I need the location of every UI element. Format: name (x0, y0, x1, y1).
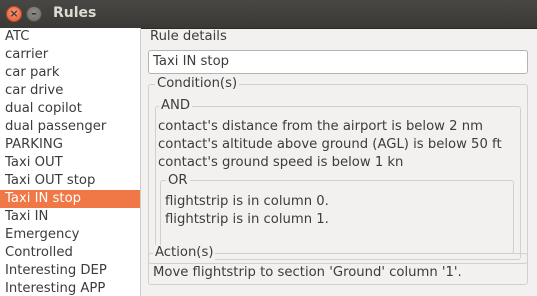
rule-list-item[interactable]: Controlled (0, 244, 140, 262)
rule-list-item[interactable]: PARKING (0, 136, 140, 154)
close-icon[interactable]: × (6, 6, 22, 22)
rule-list-item[interactable]: car park (0, 64, 140, 82)
actions-label: Action(s) (153, 245, 216, 260)
or-condition: flightstrip is in column 0. (165, 194, 329, 209)
or-label: OR (166, 173, 190, 188)
and-group-frame: AND contact's distance from the airport … (155, 98, 521, 260)
rule-list-item[interactable]: Taxi OUT stop (0, 172, 140, 190)
conditions-frame: Condition(s) AND contact's distance from… (148, 76, 528, 264)
rule-details-label: Rule details (150, 29, 227, 44)
rule-list-item[interactable]: car drive (0, 82, 140, 100)
and-condition: contact's ground speed is below 1 kn (158, 155, 404, 170)
rule-name-input[interactable]: Taxi IN stop (148, 50, 528, 74)
rules-list[interactable]: ATC carrier car park car drive dual copilot d… (0, 28, 141, 296)
actions-frame: Action(s) Move flightstrip to section 'G… (148, 245, 528, 285)
or-condition: flightstrip is in column 1. (165, 212, 329, 227)
action-text: Move flightstrip to section 'Ground' col… (153, 265, 462, 280)
rule-list-item[interactable]: Taxi IN stop (0, 190, 140, 208)
and-label: AND (159, 98, 193, 113)
and-condition: contact's distance from the airport is b… (158, 119, 483, 134)
rule-list-item[interactable]: dual passenger (0, 118, 140, 136)
rule-list-item[interactable]: carrier (0, 46, 140, 64)
window-title: Rules (53, 5, 97, 21)
conditions-label: Condition(s) (155, 76, 240, 91)
rule-details-panel: Rule details Taxi IN stop Condition(s) A… (142, 28, 537, 296)
rule-list-item[interactable]: ATC (0, 28, 140, 46)
rule-list-item[interactable]: Taxi IN (0, 208, 140, 226)
title-bar: × – Rules (0, 0, 537, 29)
minimize-icon[interactable]: – (26, 6, 42, 22)
rule-list-item[interactable]: Interesting DEP (0, 262, 140, 280)
or-group-frame: OR flightstrip is in column 0. flightstr… (160, 173, 514, 254)
rule-list-item[interactable]: Taxi OUT (0, 154, 140, 172)
rules-window: × – Rules ATC carrier car park car drive dua… (0, 0, 537, 296)
and-condition: contact's altitude above ground (AGL) is… (158, 137, 502, 152)
rule-list-item[interactable]: Interesting APP (0, 280, 140, 296)
rule-list-item[interactable]: dual copilot (0, 100, 140, 118)
rule-list-item[interactable]: Emergency (0, 226, 140, 244)
